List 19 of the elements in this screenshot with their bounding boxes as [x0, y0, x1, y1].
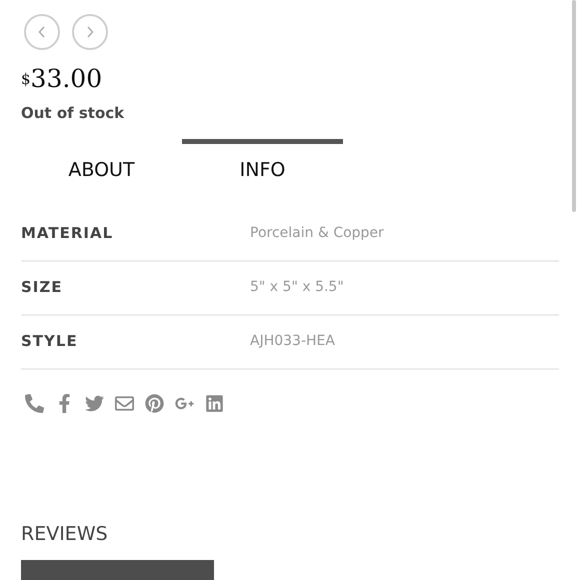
- chevron-left-icon: [38, 26, 46, 38]
- pinterest-icon[interactable]: [145, 394, 164, 412]
- spec-value: 5" x 5" x 5.5": [250, 278, 344, 297]
- spec-value: Porcelain & Copper: [250, 224, 384, 243]
- spec-label: SIZE: [21, 277, 64, 298]
- scrollbar[interactable]: [572, 0, 576, 212]
- linkedin-icon[interactable]: [205, 394, 224, 412]
- twitter-icon[interactable]: [85, 394, 104, 412]
- reviews-heading: REVIEWS: [21, 522, 109, 546]
- email-icon[interactable]: [115, 394, 134, 412]
- spec-value: AJH033-HEA: [250, 332, 335, 351]
- price: $33.00: [21, 64, 104, 94]
- tab[interactable]: ABOUT: [21, 138, 182, 186]
- stock-status: Out of stock: [21, 103, 126, 124]
- spec-label: STYLE: [21, 331, 79, 352]
- phone-icon[interactable]: [25, 394, 44, 412]
- tab[interactable]: INFO: [182, 138, 343, 186]
- chevron-right-icon: [86, 26, 94, 38]
- spec-label: MATERIAL: [21, 223, 114, 244]
